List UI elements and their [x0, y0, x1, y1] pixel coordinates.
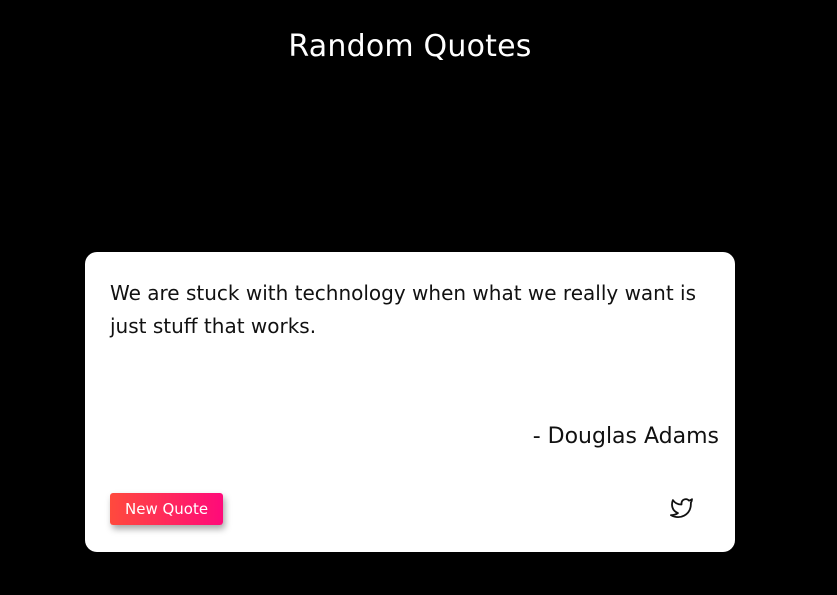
twitter-icon: [669, 497, 693, 523]
page: Random Quotes We are stuck with technolo…: [0, 0, 837, 595]
quote-card: We are stuck with technology when what w…: [85, 252, 735, 552]
page-title: Random Quotes: [288, 29, 532, 64]
tweet-button[interactable]: [667, 497, 695, 523]
quote-text: We are stuck with technology when what w…: [110, 281, 697, 338]
new-quote-button[interactable]: New Quote: [110, 493, 224, 525]
quote-author: - Douglas Adams: [532, 424, 719, 449]
